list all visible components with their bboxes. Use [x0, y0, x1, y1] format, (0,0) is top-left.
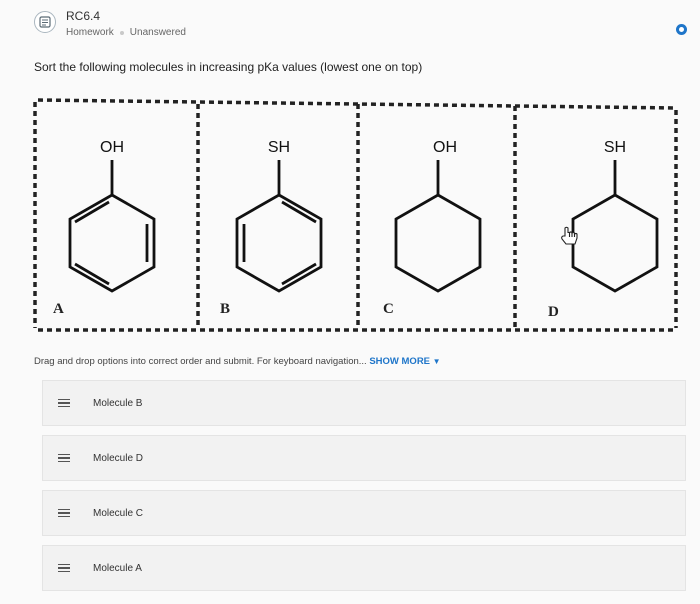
drag-instructions: Drag and drop options into correct order…: [34, 356, 441, 367]
hand-cursor-icon: [561, 226, 578, 245]
option-molecule-d[interactable]: Molecule D: [42, 435, 686, 481]
option-label: Molecule B: [93, 397, 143, 409]
molecule-figure: OH A SH B OH C SH D: [33, 98, 678, 332]
molecule-b: [235, 160, 323, 293]
molecule-a-group: OH: [100, 139, 124, 156]
chevron-down-icon[interactable]: ▼: [433, 357, 441, 366]
molecule-a-label: A: [53, 301, 64, 317]
molecule-c-group: OH: [433, 139, 457, 156]
option-label: Molecule D: [93, 452, 144, 464]
show-more-link[interactable]: SHOW MORE: [369, 356, 430, 367]
drag-handle-icon[interactable]: [58, 398, 70, 408]
option-label: Molecule C: [93, 507, 144, 519]
molecule-d-group: SH: [604, 139, 626, 156]
drag-handle-icon[interactable]: [58, 508, 70, 518]
instructions-text: Drag and drop options into correct order…: [34, 356, 367, 367]
molecule-d-label: D: [548, 304, 559, 320]
molecule-a: [68, 160, 156, 293]
option-molecule-b[interactable]: Molecule B: [42, 380, 686, 426]
option-molecule-c[interactable]: Molecule C: [42, 490, 686, 536]
option-label: Molecule A: [93, 562, 142, 574]
molecule-c-label: C: [383, 301, 394, 317]
molecule-b-label: B: [220, 301, 230, 317]
molecule-b-group: SH: [268, 139, 290, 156]
option-molecule-a[interactable]: Molecule A: [42, 545, 686, 591]
molecule-d: [571, 160, 659, 293]
drag-handle-icon[interactable]: [58, 453, 70, 463]
molecule-c: [394, 160, 482, 293]
drag-handle-icon[interactable]: [58, 563, 70, 573]
